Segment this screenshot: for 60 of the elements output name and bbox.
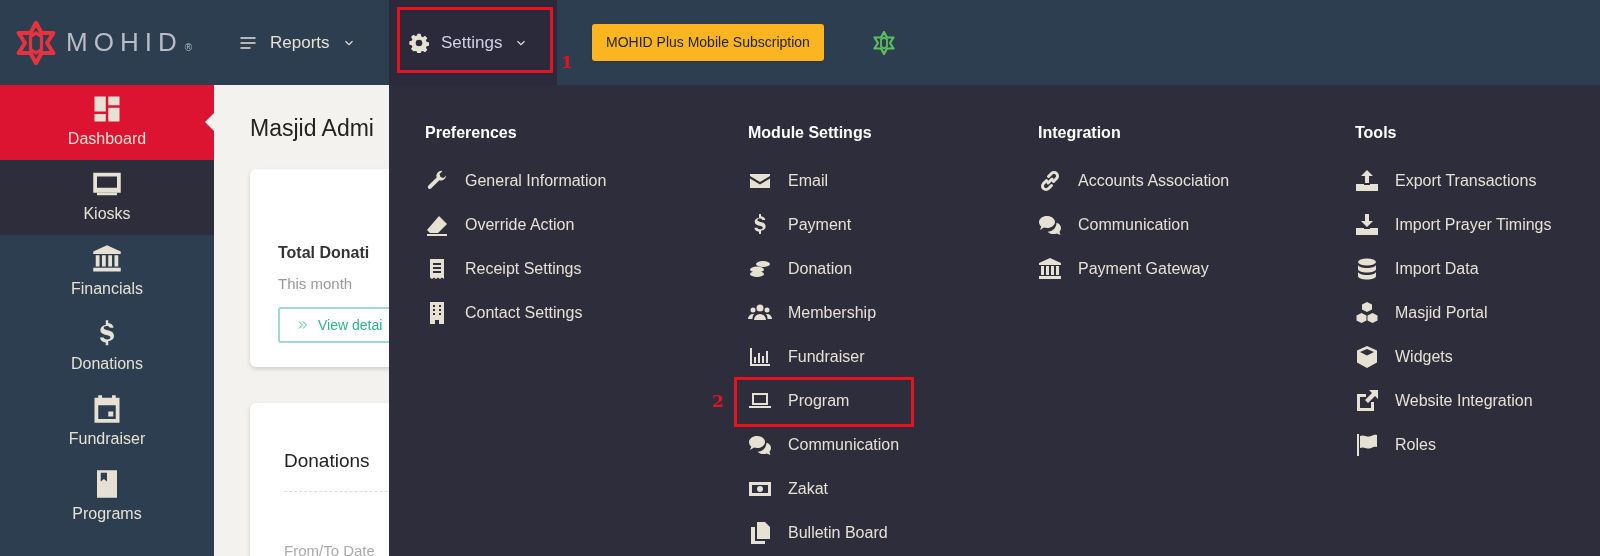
page-title: Masjid Admi (250, 114, 374, 143)
subscription-button[interactable]: MOHID Plus Mobile Subscription (592, 24, 824, 61)
external-link-icon (1355, 389, 1379, 413)
menu-item[interactable]: Communication (748, 423, 900, 467)
database-icon (1355, 257, 1379, 281)
bank-icon (1038, 257, 1062, 281)
menu-heading: Preferences (425, 123, 518, 143)
cube-icon (1355, 345, 1379, 369)
menu-item[interactable]: Bulletin Board (748, 511, 888, 555)
menu-item[interactable]: Widgets (1355, 335, 1453, 379)
menu-heading: Module Settings (748, 123, 873, 143)
menu-item[interactable]: Override Action (425, 203, 575, 247)
callout-number: 2 (712, 390, 724, 413)
active-pointer-notch (205, 112, 215, 132)
logo-star-icon (14, 20, 58, 65)
menu-item[interactable]: Membership (748, 291, 877, 335)
speech-bubbles-icon (1038, 213, 1062, 237)
card-title: Total Donati (278, 242, 370, 263)
menu-item[interactable]: Receipt Settings (425, 247, 582, 291)
trademark-symbol: ® (184, 41, 193, 55)
sidebar-item[interactable]: Kiosks (0, 160, 214, 235)
menu-item[interactable]: Payment Gateway (1038, 247, 1209, 291)
menu-item[interactable]: Email (748, 159, 828, 203)
double-chevron-icon (296, 318, 310, 332)
menu-heading: Integration (1038, 123, 1122, 143)
calendar-icon (92, 394, 122, 424)
eraser-icon (425, 213, 449, 237)
upload-icon (1355, 169, 1379, 193)
menu-item[interactable]: Zakat (748, 467, 828, 511)
field-label: From/To Date (284, 541, 375, 556)
card-title: Donations (284, 448, 370, 473)
menu-item[interactable]: Accounts Association (1038, 159, 1230, 203)
menu-item[interactable]: General Information (425, 159, 607, 203)
bank-icon (92, 244, 122, 274)
menu-item[interactable]: Payment (748, 203, 852, 247)
menu-item[interactable]: Import Prayer Timings (1355, 203, 1552, 247)
menu-item[interactable]: Fundraiser (748, 335, 865, 379)
nav-menu-button[interactable]: Reports (222, 0, 389, 85)
menu-item[interactable]: Export Transactions (1355, 159, 1537, 203)
cubes-icon (1355, 301, 1379, 325)
dashboard-icon (92, 94, 122, 124)
star-badge-icon (871, 30, 896, 55)
sidebar-item[interactable]: Dashboard (0, 85, 214, 160)
menu-item[interactable]: Masjid Portal (1355, 291, 1488, 335)
logo-text: MOHID (66, 26, 183, 59)
menu-item[interactable]: Communication (1038, 203, 1190, 247)
bar-chart-icon (748, 345, 772, 369)
callout-number: 1 (561, 51, 573, 74)
menu-item[interactable]: Program (748, 379, 850, 423)
menu-item[interactable]: Roles (1355, 423, 1436, 467)
speech-bubbles-icon (748, 433, 772, 457)
documents-icon (748, 521, 772, 545)
menu-heading: Tools (1355, 123, 1398, 143)
menu-item[interactable]: Website Integration (1355, 379, 1533, 423)
settings-icon (409, 32, 429, 53)
menu-item[interactable]: Import Data (1355, 247, 1479, 291)
download-icon (1355, 213, 1379, 237)
card-subtitle: This month (278, 273, 353, 294)
link-icon (1038, 169, 1062, 193)
menu-item[interactable]: Donation (748, 247, 853, 291)
